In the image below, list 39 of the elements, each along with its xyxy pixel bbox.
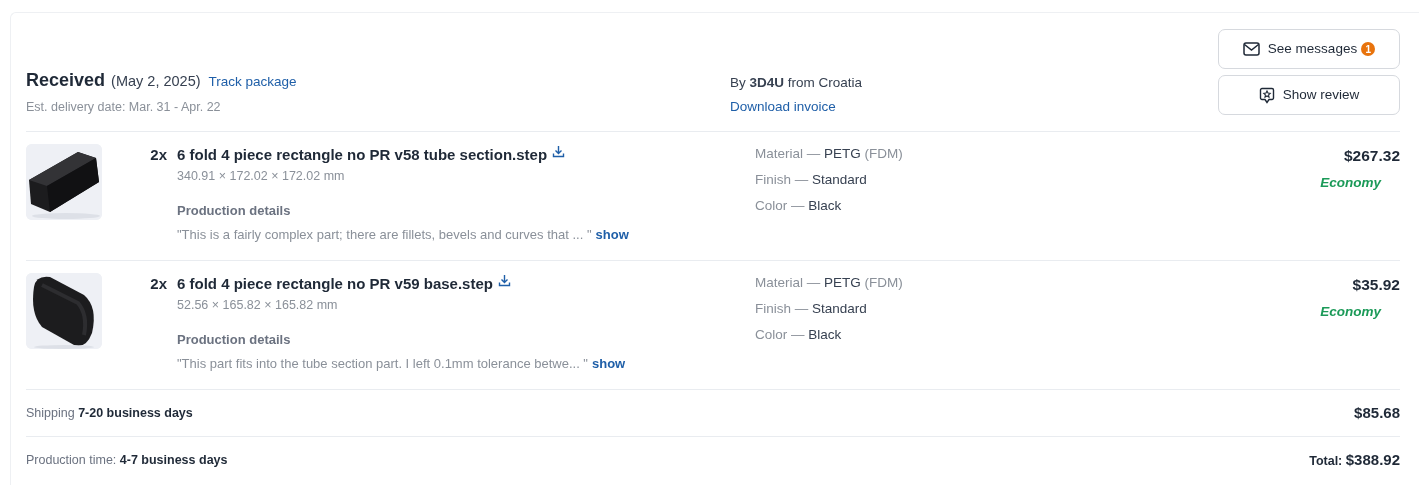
file-name: 6 fold 4 piece rectangle no PR v59 base.step (177, 275, 493, 292)
summary-amount: Total: $388.92 (1309, 450, 1400, 471)
seller-info: By 3D4U from Croatia (730, 74, 864, 92)
show-more-link[interactable]: show (592, 353, 626, 374)
order-status: Received (26, 69, 106, 92)
show-review-button[interactable]: Show review (1218, 75, 1400, 115)
download-icon[interactable] (552, 145, 566, 158)
download-invoice-link[interactable]: Download invoice (730, 97, 836, 118)
spec-line: Finish — Standard (755, 171, 868, 189)
production-details-text: "This part fits into the tube section part. I left 0.1mm tolerance betwe... " (177, 354, 588, 373)
quantity: 2x (149, 274, 168, 294)
spec-line: Color — Black (755, 326, 843, 344)
shipping-tier-label: Economy (1320, 174, 1381, 193)
production-details-label: Production details (177, 202, 292, 221)
order-date: (May 2, 2025) (111, 72, 201, 91)
production-details-text: "This is a fairly complex part; there are fillets, bevels and curves that ... " (177, 225, 592, 244)
notification-badge: 1 (1361, 42, 1376, 56)
show-more-link[interactable]: show (595, 224, 629, 245)
summary-amount: $85.68 (1354, 402, 1400, 423)
item-price: $267.32 (1343, 146, 1400, 166)
shipping-tier-label: Economy (1320, 303, 1381, 322)
production-details-label: Production details (177, 331, 292, 350)
mail-icon (1242, 42, 1260, 56)
item-price: $35.92 (1352, 275, 1400, 295)
download-icon[interactable] (497, 274, 511, 287)
quantity: 2x (149, 145, 168, 165)
spec-line: Material — PETG (FDM) (755, 274, 904, 292)
spec-line: Color — Black (755, 197, 843, 215)
spec-line: Finish — Standard (755, 300, 868, 318)
star-badge-icon (1258, 86, 1275, 104)
summary-label: Production time: 4-7 business days (26, 452, 228, 470)
delivery-estimate: Est. delivery date: Mar. 31 - Apr. 22 (26, 99, 222, 116)
track-package-link[interactable]: Track package (208, 72, 297, 93)
summary-label: Shipping 7-20 business days (26, 404, 193, 422)
spec-line: Material — PETG (FDM) (755, 145, 904, 163)
file-name: 6 fold 4 piece rectangle no PR v58 tube section.step (177, 146, 548, 163)
dimensions: 340.91 × 172.02 × 172.02 mm (177, 167, 346, 185)
dimensions: 52.56 × 165.82 × 165.82 mm (177, 296, 339, 314)
see-messages-button[interactable]: See messages 1 (1218, 29, 1400, 69)
